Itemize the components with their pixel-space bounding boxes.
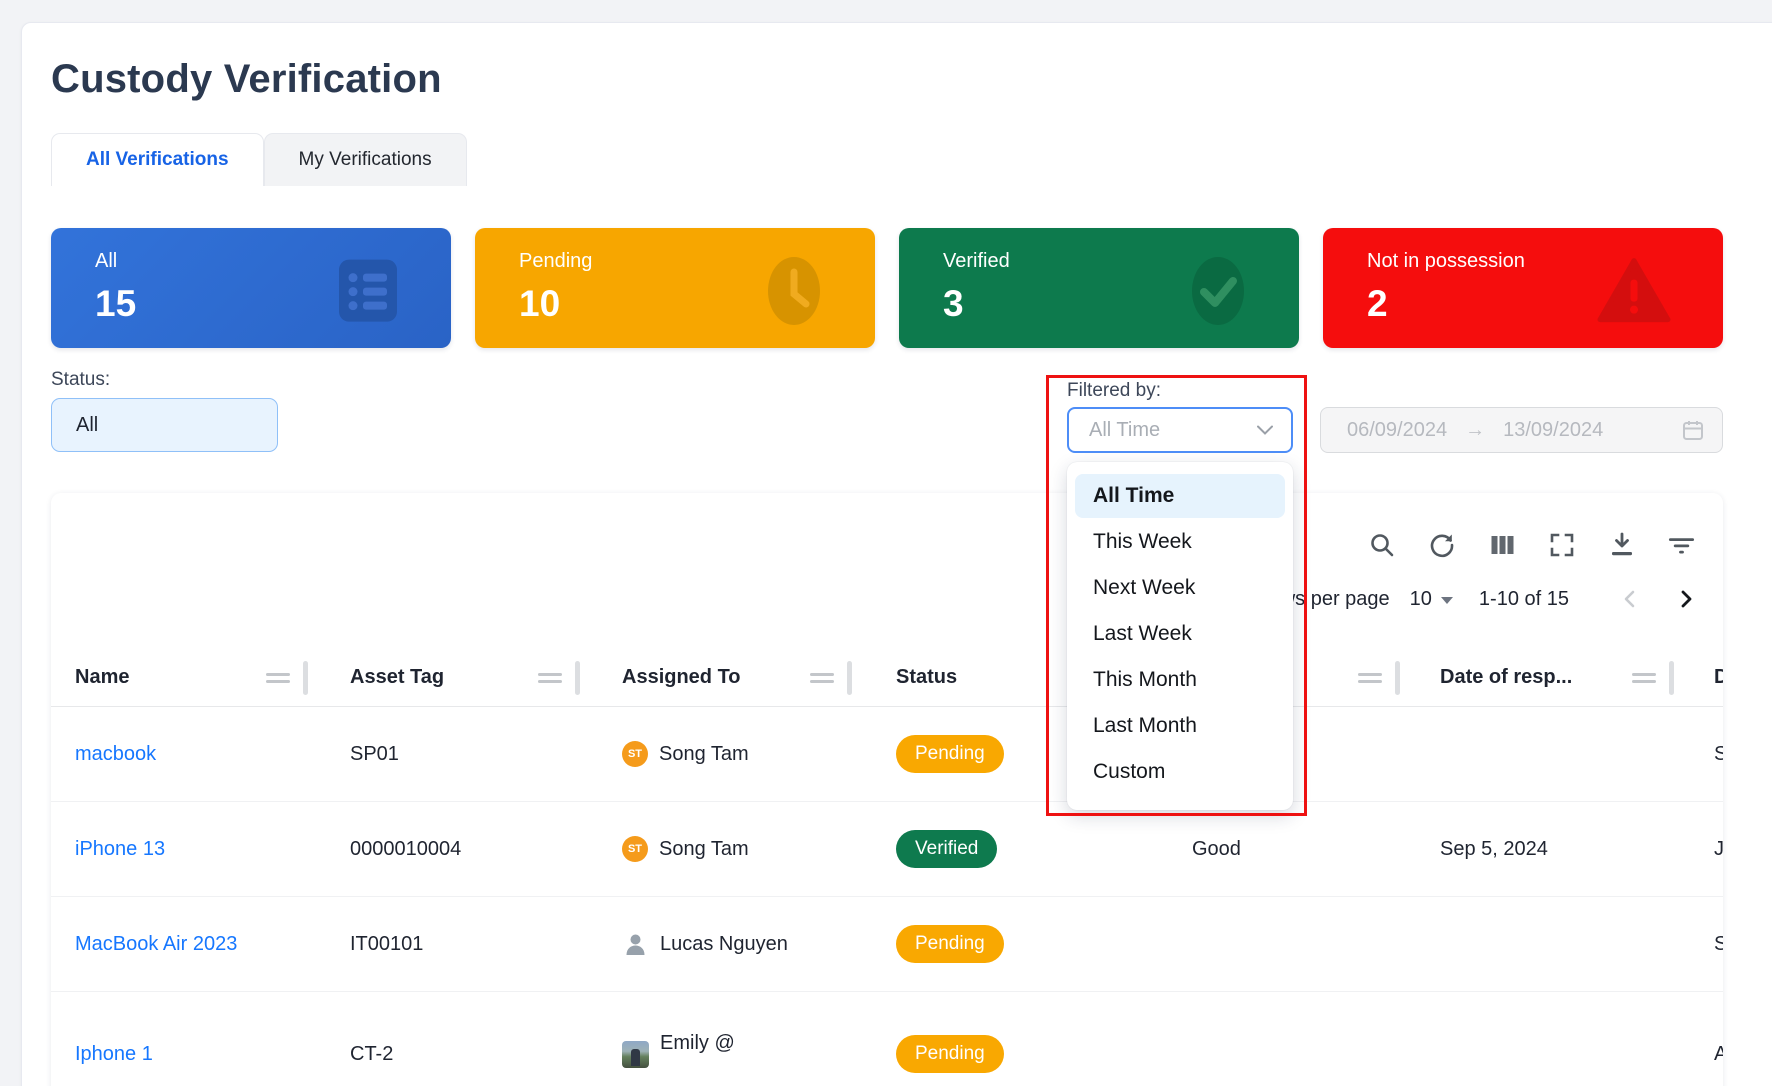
dropdown-option-custom[interactable]: Custom — [1075, 750, 1285, 794]
check-circle-icon — [1189, 254, 1247, 328]
previous-page-button[interactable] — [1621, 590, 1639, 608]
avatar-photo — [622, 1041, 649, 1068]
drag-handle-icon[interactable] — [810, 673, 834, 683]
table-row[interactable]: macbook SP01 ST Song Tam Pending S — [51, 707, 1723, 802]
status-badge: Pending — [896, 925, 1004, 963]
stat-card-not-in-possession[interactable]: Not in possession 2 — [1323, 228, 1723, 348]
table-row[interactable]: MacBook Air 2023 IT00101 Lucas Nguyen Pe… — [51, 897, 1723, 992]
table-header-row: Name Asset Tag Assigned To Status Date o… — [51, 649, 1723, 707]
filtered-by-label: Filtered by: — [1067, 380, 1161, 402]
table-row[interactable]: iPhone 13 0000010004 ST Song Tam Verifie… — [51, 802, 1723, 897]
column-header-asset-tag[interactable]: Asset Tag — [308, 649, 580, 706]
asset-name-link[interactable]: Iphone 1 — [75, 1043, 153, 1066]
stat-card-verified[interactable]: Verified 3 — [899, 228, 1299, 348]
assignee-name: Lucas Nguyen — [660, 933, 788, 956]
tab-all-verifications-label: All Verifications — [86, 149, 229, 171]
avatar-initials: ST — [622, 741, 648, 767]
list-icon — [337, 258, 399, 324]
avatar-initials: ST — [622, 836, 648, 862]
dropdown-option-next-week[interactable]: Next Week — [1075, 566, 1285, 610]
drag-handle-icon[interactable] — [1632, 673, 1656, 683]
dropdown-option-last-week[interactable]: Last Week — [1075, 612, 1285, 656]
table-toolbar — [51, 493, 1723, 567]
verifications-table-card: Rows per page 10 1-10 of 15 Name Asset T… — [51, 493, 1723, 1086]
asset-name-link[interactable]: macbook — [75, 743, 156, 766]
status-badge: Verified — [896, 830, 997, 868]
page-title: Custody Verification — [51, 57, 442, 102]
clipped-cell-value: A — [1714, 1043, 1723, 1066]
table-pagination: Rows per page 10 1-10 of 15 — [51, 567, 1723, 631]
tab-all-verifications[interactable]: All Verifications — [51, 133, 264, 186]
assignee-cell: ST Song Tam — [622, 741, 749, 767]
column-header-date-of-response[interactable]: Date of resp... — [1400, 649, 1674, 706]
warning-triangle-icon — [1597, 258, 1671, 324]
dropdown-option-this-week[interactable]: This Week — [1075, 520, 1285, 564]
next-page-button[interactable] — [1677, 590, 1695, 608]
page-size-select[interactable]: 10 — [1410, 588, 1453, 611]
arrow-right-icon: → — [1465, 419, 1485, 442]
download-icon[interactable] — [1608, 532, 1635, 559]
stat-cards: All 15 Pending 10 Verified 3 — [51, 228, 1723, 348]
tab-my-verifications[interactable]: My Verifications — [264, 133, 467, 186]
assignee-name-wrap — [660, 1055, 735, 1077]
date-range-end: 13/09/2024 — [1503, 419, 1603, 442]
status-filter-label: Status: — [51, 369, 110, 391]
caret-down-icon — [1441, 597, 1453, 604]
date-of-response-value: Sep 5, 2024 — [1440, 838, 1548, 861]
asset-tag-value: CT-2 — [350, 1043, 393, 1066]
drag-handle-icon[interactable] — [538, 673, 562, 683]
status-filter-select[interactable]: All — [51, 398, 278, 452]
person-icon — [622, 931, 649, 958]
clipped-cell-value: S — [1714, 743, 1723, 766]
asset-name-link[interactable]: iPhone 13 — [75, 838, 165, 861]
refresh-icon[interactable] — [1428, 532, 1455, 559]
pagination-range: 1-10 of 15 — [1479, 588, 1569, 611]
status-badge: Pending — [896, 1035, 1004, 1073]
fullscreen-icon[interactable] — [1548, 532, 1575, 559]
asset-tag-value: IT00101 — [350, 933, 423, 956]
stat-card-pending[interactable]: Pending 10 — [475, 228, 875, 348]
clock-icon — [765, 254, 823, 328]
asset-tag-value: SP01 — [350, 743, 399, 766]
page-size-value: 10 — [1410, 588, 1432, 611]
column-header-assigned-to[interactable]: Assigned To — [580, 649, 852, 706]
drag-handle-icon[interactable] — [1358, 673, 1382, 683]
filtered-by-dropdown-menu: All Time This Week Next Week Last Week T… — [1067, 462, 1293, 810]
search-icon[interactable] — [1368, 532, 1395, 559]
assignee-name: Song Tam — [659, 838, 749, 861]
chevron-down-icon — [1257, 425, 1273, 435]
assignee-cell: Emily @ — [622, 1031, 735, 1077]
assignee-cell: ST Song Tam — [622, 836, 749, 862]
tab-my-verifications-label: My Verifications — [299, 149, 432, 171]
status-badge: Pending — [896, 735, 1004, 773]
asset-tag-value: 0000010004 — [350, 838, 461, 861]
condition-value: Good — [1192, 838, 1241, 861]
drag-handle-icon[interactable] — [266, 673, 290, 683]
filtered-by-select[interactable]: All Time — [1067, 407, 1293, 453]
filter-icon[interactable] — [1668, 532, 1695, 559]
table-row[interactable]: Iphone 1 CT-2 Emily @ Pending A — [51, 992, 1723, 1086]
custody-verification-page: Custody Verification All Verifications M… — [0, 0, 1772, 1086]
calendar-icon — [1682, 419, 1704, 441]
date-range-start: 06/09/2024 — [1347, 419, 1447, 442]
clipped-cell-value: J — [1714, 838, 1723, 861]
assignee-cell: Lucas Nguyen — [622, 931, 788, 958]
clipped-cell-value: S — [1714, 933, 1723, 956]
column-header-clipped[interactable]: D — [1674, 649, 1723, 706]
stat-card-all[interactable]: All 15 — [51, 228, 451, 348]
assignee-name: Song Tam — [659, 743, 749, 766]
column-header-name[interactable]: Name — [51, 649, 308, 706]
status-filter-value: All — [76, 414, 98, 437]
asset-name-link[interactable]: MacBook Air 2023 — [75, 933, 237, 956]
tab-bar: All Verifications My Verifications — [51, 133, 467, 186]
columns-icon[interactable] — [1488, 532, 1515, 559]
filtered-by-value: All Time — [1089, 419, 1160, 442]
dropdown-option-all-time[interactable]: All Time — [1075, 474, 1285, 518]
dropdown-option-this-month[interactable]: This Month — [1075, 658, 1285, 702]
assignee-name: Emily @ — [660, 1031, 735, 1055]
date-range-picker[interactable]: 06/09/2024 → 13/09/2024 — [1320, 407, 1723, 453]
dropdown-option-last-month[interactable]: Last Month — [1075, 704, 1285, 748]
